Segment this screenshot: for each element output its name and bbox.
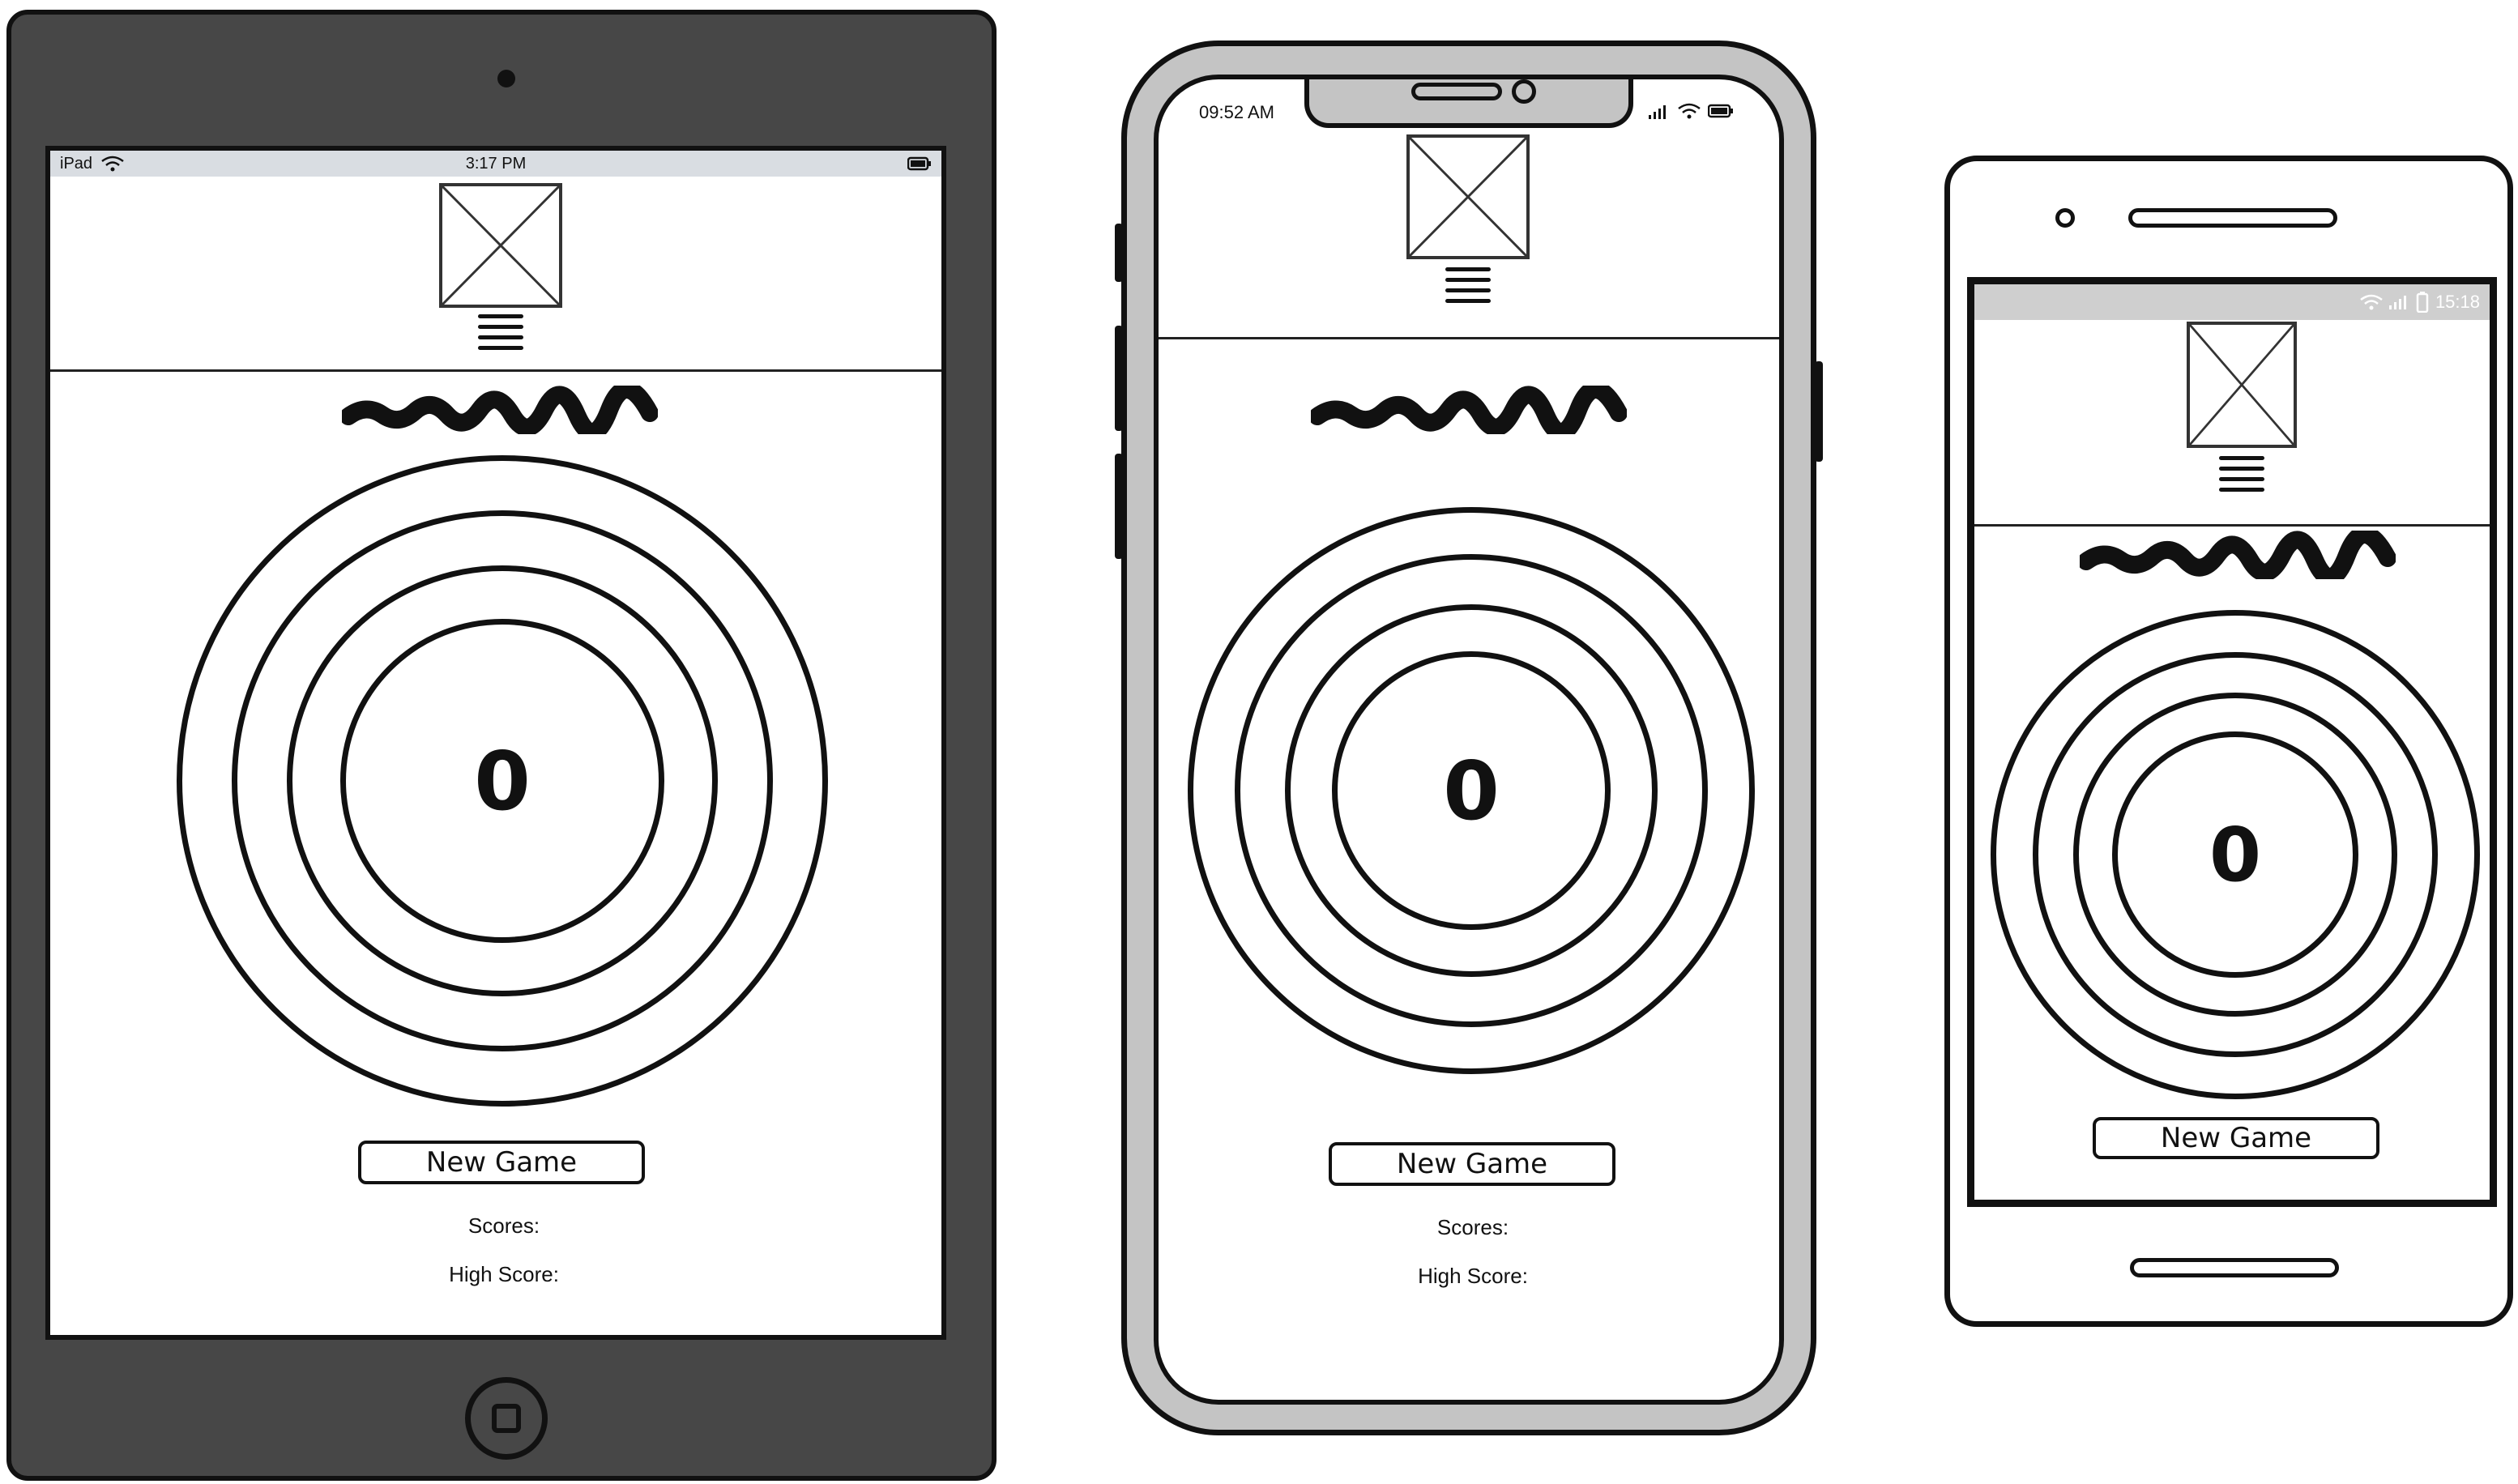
- menu-icon[interactable]: [2219, 456, 2264, 492]
- speaker-grille: [1411, 83, 1502, 100]
- menu-icon[interactable]: [1445, 267, 1491, 303]
- ipad-clock: 3:17 PM: [465, 154, 527, 173]
- title-scribble: [1311, 386, 1627, 434]
- new-game-button[interactable]: New Game: [2093, 1117, 2379, 1159]
- logo-image-placeholder: [2187, 322, 2297, 448]
- android-home-bar[interactable]: [2130, 1258, 2339, 1277]
- wifi-icon: [1678, 103, 1701, 119]
- ipad-home-button[interactable]: [465, 1377, 548, 1460]
- scores-label: Scores:: [467, 1213, 540, 1238]
- menu-icon[interactable]: [478, 314, 523, 350]
- header-divider: [1974, 524, 2490, 527]
- score-display: 0: [1443, 743, 1500, 838]
- header-divider: [50, 369, 941, 372]
- high-score-label: High Score:: [449, 1262, 559, 1286]
- battery-icon: [2416, 292, 2429, 313]
- ipad-carrier: iPad: [60, 154, 93, 173]
- front-camera: [1512, 79, 1536, 104]
- title-scribble: [2080, 531, 2396, 579]
- logo-image-placeholder: [439, 183, 562, 308]
- ipad-camera: [497, 70, 515, 87]
- iphone-volume-up: [1115, 326, 1123, 431]
- android-clock: 15:18: [2435, 292, 2480, 312]
- new-game-button[interactable]: New Game: [1329, 1142, 1615, 1186]
- signal-icon: [2388, 296, 2406, 309]
- iphone-side-button: [1115, 224, 1123, 282]
- signal-icon: [1649, 105, 1666, 119]
- ipad-screen: iPad 3:17 PM 0 New Game Scores: High Sco…: [45, 146, 946, 1340]
- android-status-bar: 15:18: [1974, 284, 2490, 320]
- iphone-clock: 09:52 AM: [1199, 102, 1274, 122]
- header-divider: [1159, 337, 1779, 339]
- android-screen: 15:18 0 New Game: [1967, 277, 2497, 1207]
- iphone-notch: [1304, 79, 1633, 128]
- title-scribble: [342, 386, 658, 434]
- android-front-camera: [2055, 208, 2075, 228]
- iphone-screen: 09:52 AM 0 New Game Scores: High Score:: [1154, 75, 1784, 1405]
- battery-icon: [907, 156, 931, 171]
- ipad-status-bar: iPad 3:17 PM: [50, 151, 941, 177]
- score-display: 0: [2209, 811, 2261, 898]
- wifi-icon: [101, 156, 124, 172]
- iphone-power-button: [1815, 361, 1823, 462]
- high-score-label: High Score:: [1418, 1264, 1528, 1288]
- iphone-volume-down: [1115, 454, 1123, 559]
- home-square-icon: [492, 1404, 521, 1433]
- score-display: 0: [474, 733, 531, 829]
- new-game-button[interactable]: New Game: [358, 1141, 645, 1184]
- android-earpiece: [2128, 208, 2337, 228]
- battery-icon: [1708, 104, 1733, 118]
- scores-label: Scores:: [1436, 1215, 1509, 1239]
- wifi-icon: [2360, 294, 2383, 310]
- logo-image-placeholder: [1406, 134, 1530, 259]
